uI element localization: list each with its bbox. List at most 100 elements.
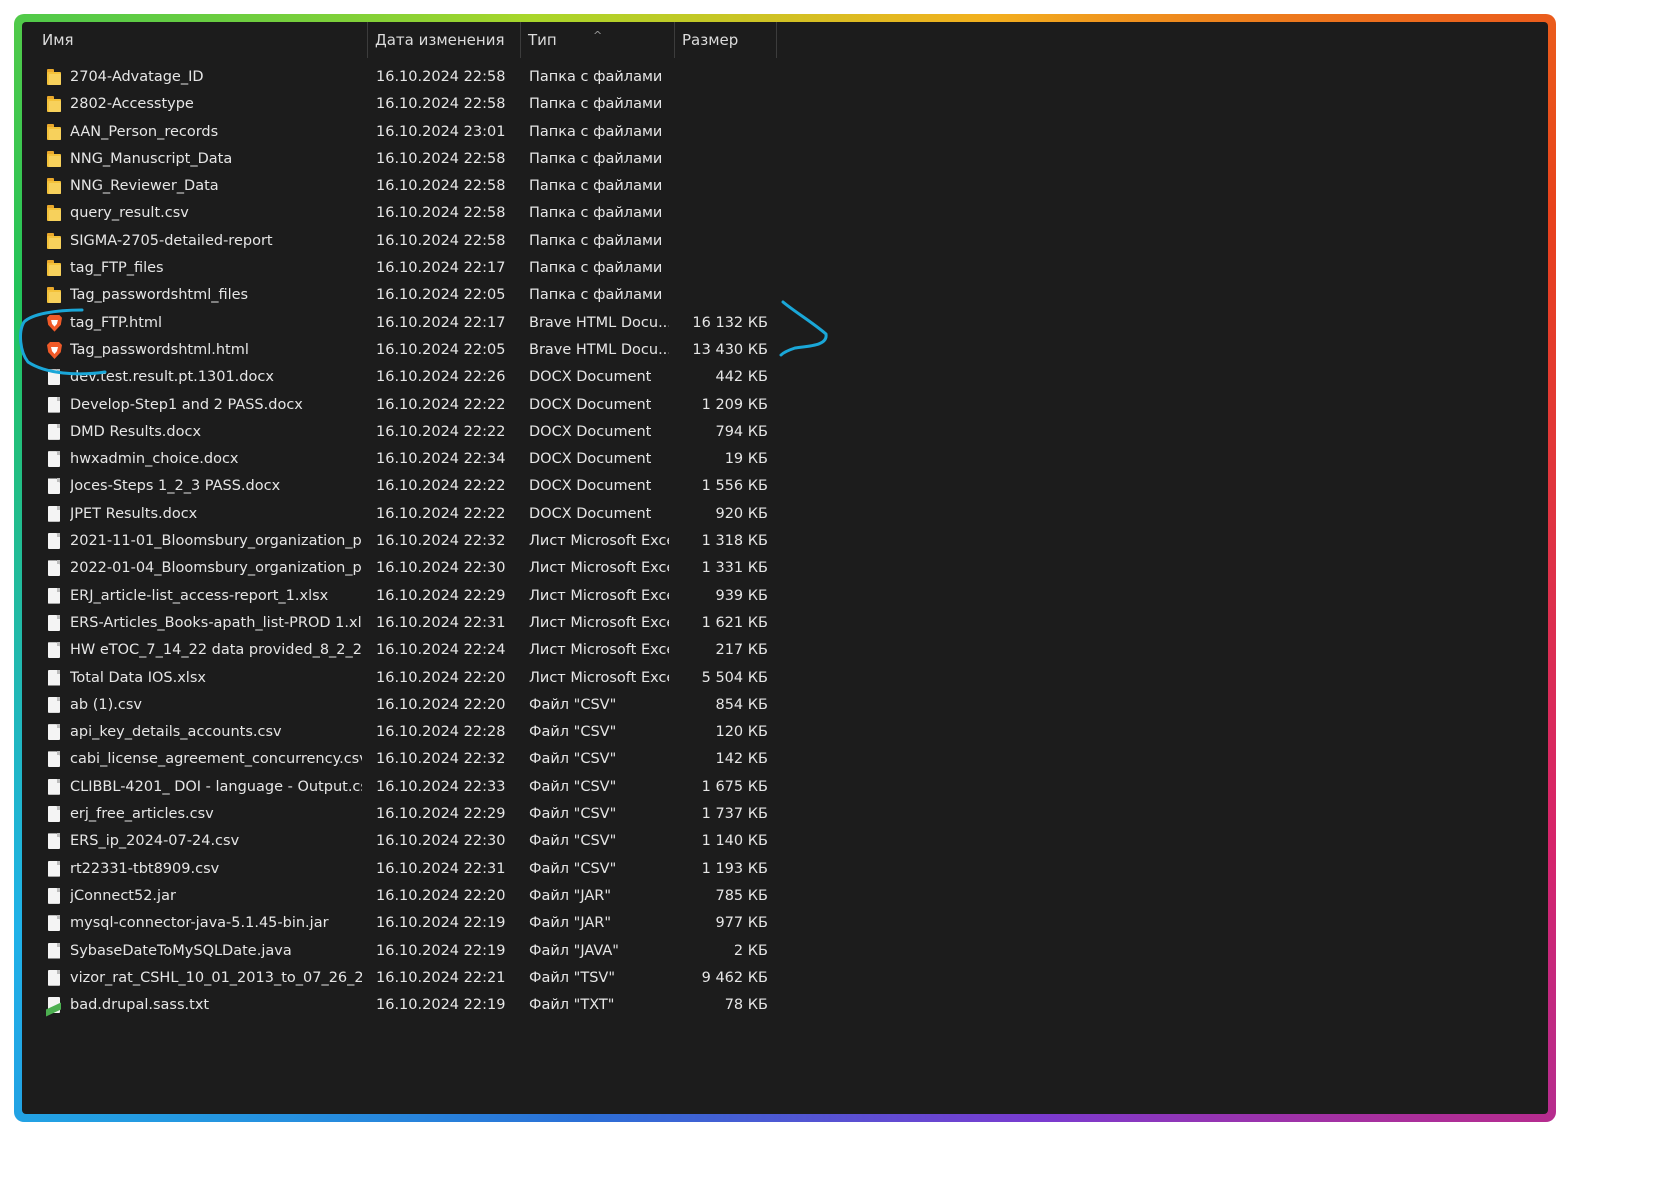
file-row[interactable]: dev.test.result.pt.1301.docx 16.10.2024 2… [22,364,782,391]
file-type: Папка с файлами [529,69,663,85]
file-row[interactable]: JPET Results.docx 16.10.2024 22:22 DOCX Do… [22,501,782,528]
file-size [678,119,768,146]
file-row[interactable]: rt22331-tbt8909.csv 16.10.2024 22:31 Файл … [22,856,782,883]
file-name[interactable]: NNG_Manuscript_Data [70,146,362,173]
file-name[interactable]: dev.test.result.pt.1301.docx [70,364,362,391]
file-row[interactable]: hwxadmin_choice.docx 16.10.2024 22:34 DOCX… [22,446,782,473]
file-row[interactable]: NNG_Reviewer_Data 16.10.2024 22:58 Папка с… [22,173,782,200]
file-date: 16.10.2024 22:21 [376,969,506,986]
file-name[interactable]: ERS-Articles_Books-apath_list-PROD 1.xls… [70,610,362,637]
file-row[interactable]: jConnect52.jar 16.10.2024 22:20 Файл "JAR"… [22,883,782,910]
file-name[interactable]: SybaseDateToMySQLDate.java [70,938,362,965]
file-row[interactable]: 2802-Accesstype 16.10.2024 22:58 Папка с ф… [22,91,782,118]
file-type: DOCX Document [529,396,652,413]
file-row[interactable]: AAN_Person_records 16.10.2024 23:01 Папка … [22,119,782,146]
file-name[interactable]: jConnect52.jar [70,883,362,910]
file-type: Файл "JAVA" [529,942,619,959]
file-type: Лист Microsoft Excel [529,533,669,550]
column-header-size[interactable]: Размер [675,22,777,58]
file-name[interactable]: tag_FTP_files [70,255,362,282]
file-name[interactable]: erj_free_articles.csv [70,801,362,828]
file-name[interactable]: ab (1).csv [70,692,362,719]
document-icon [46,942,62,960]
file-row[interactable]: 2022-01-04_Bloomsbury_organization_pr...… [22,555,782,582]
file-row[interactable]: Total Data IOS.xlsx 16.10.2024 22:20 Лист … [22,665,782,692]
file-size: 78 КБ [724,997,768,1014]
file-row[interactable]: ERJ_article-list_access-report_1.xlsx 16.… [22,583,782,610]
file-row[interactable]: Develop-Step1 and 2 PASS.docx 16.10.2024 … [22,392,782,419]
file-type: Папка с файлами [529,96,663,113]
column-header-name[interactable]: Имя [22,22,368,58]
file-row[interactable]: ERS-Articles_Books-apath_list-PROD 1.xls… [22,610,782,637]
file-row[interactable]: mysql-connector-java-5.1.45-bin.jar 16.10… [22,910,782,937]
file-row[interactable]: NNG_Manuscript_Data 16.10.2024 22:58 Папка… [22,146,782,173]
file-name[interactable]: query_result.csv [70,200,362,227]
folder-icon [46,150,62,168]
file-name[interactable]: mysql-connector-java-5.1.45-bin.jar [70,910,362,937]
file-row[interactable]: erj_free_articles.csv 16.10.2024 22:29 Фай… [22,801,782,828]
file-name[interactable]: Joces-Steps 1_2_3 PASS.docx [70,473,362,500]
file-name[interactable]: ERJ_article-list_access-report_1.xlsx [70,583,362,610]
file-name[interactable]: api_key_details_accounts.csv [70,719,362,746]
file-name[interactable]: JPET Results.docx [70,501,362,528]
column-header-type-label: Тип [528,31,557,49]
file-name[interactable]: bad.drupal.sass.txt [70,992,362,1019]
column-header-date[interactable]: Дата изменения [368,22,521,58]
file-name[interactable]: Tag_passwordshtml.html [70,337,362,364]
document-icon [46,451,62,468]
file-name[interactable]: SIGMA-2705-detailed-report [70,228,362,255]
file-date: 16.10.2024 22:28 [376,724,506,741]
file-name[interactable]: tag_FTP.html [70,310,362,337]
file-size: 1 737 КБ [701,806,768,823]
file-row[interactable]: vizor_rat_CSHL_10_01_2013_to_07_26_20...… [22,965,782,992]
file-name[interactable]: rt22331-tbt8909.csv [70,856,362,883]
file-row[interactable]: SybaseDateToMySQLDate.java 16.10.2024 22:… [22,938,782,965]
file-type: DOCX Document [529,505,652,522]
file-row[interactable]: tag_FTP.html 16.10.2024 22:17 Brave HTML D… [22,310,782,337]
file-name[interactable]: 2704-Advatage_ID [70,64,362,91]
file-name[interactable]: NNG_Reviewer_Data [70,173,362,200]
file-name[interactable]: hwxadmin_choice.docx [70,446,362,473]
file-row[interactable]: 2704-Advatage_ID 16.10.2024 22:58 Папка с … [22,64,782,91]
document-icon [46,478,62,495]
file-list: 2704-Advatage_ID 16.10.2024 22:58 Папка с … [22,64,782,1019]
file-row[interactable]: Tag_passwordshtml.html 16.10.2024 22:05 Br… [22,337,782,364]
document-icon [46,915,62,932]
file-name[interactable]: HW eTOC_7_14_22 data provided_8_2_22.... [70,637,362,664]
file-size: 1 209 КБ [701,396,768,413]
file-type: Файл "CSV" [529,833,617,850]
file-row[interactable]: Joces-Steps 1_2_3 PASS.docx 16.10.2024 22… [22,473,782,500]
file-name[interactable]: vizor_rat_CSHL_10_01_2013_to_07_26_20... [70,965,362,992]
file-type: Файл "CSV" [529,806,617,823]
file-name[interactable]: Tag_passwordshtml_files [70,282,362,309]
file-name[interactable]: CLIBBL-4201_ DOI - language - Output.csv [70,774,362,801]
file-row[interactable]: ab (1).csv 16.10.2024 22:20 Файл "CSV" 854 … [22,692,782,719]
file-name[interactable]: 2022-01-04_Bloomsbury_organization_pr... [70,555,362,582]
file-name[interactable]: cabi_license_agreement_concurrency.csv [70,746,362,773]
file-name[interactable]: Total Data IOS.xlsx [70,665,362,692]
file-name[interactable]: AAN_Person_records [70,119,362,146]
file-row[interactable]: CLIBBL-4201_ DOI - language - Output.csv… [22,774,782,801]
file-row[interactable]: api_key_details_accounts.csv 16.10.2024 2… [22,719,782,746]
file-row[interactable]: Tag_passwordshtml_files 16.10.2024 22:05 П… [22,282,782,309]
file-row[interactable]: DMD Results.docx 16.10.2024 22:22 DOCX Doc… [22,419,782,446]
file-date: 16.10.2024 22:31 [376,860,506,877]
file-row[interactable]: bad.drupal.sass.txt 16.10.2024 22:19 Файл … [22,992,782,1019]
file-date: 16.10.2024 22:20 [376,669,506,686]
file-row[interactable]: 2021-11-01_Bloomsbury_organization_pr...… [22,528,782,555]
file-name[interactable]: 2802-Accesstype [70,91,362,118]
file-size [678,64,768,91]
file-row[interactable]: HW eTOC_7_14_22 data provided_8_2_22....… [22,637,782,664]
file-type: Папка с файлами [529,260,663,277]
file-name[interactable]: 2021-11-01_Bloomsbury_organization_pr... [70,528,362,555]
file-row[interactable]: SIGMA-2705-detailed-report 16.10.2024 22:… [22,228,782,255]
file-size: 19 КБ [724,451,768,468]
file-row[interactable]: ERS_ip_2024-07-24.csv 16.10.2024 22:30 Фай… [22,828,782,855]
file-name[interactable]: DMD Results.docx [70,419,362,446]
file-name[interactable]: ERS_ip_2024-07-24.csv [70,828,362,855]
file-row[interactable]: tag_FTP_files 16.10.2024 22:17 Папка с фай… [22,255,782,282]
file-row[interactable]: query_result.csv 16.10.2024 22:58 Папка с … [22,200,782,227]
file-row[interactable]: cabi_license_agreement_concurrency.csv 16… [22,746,782,773]
file-name[interactable]: Develop-Step1 and 2 PASS.docx [70,392,362,419]
column-header-type[interactable]: Тип ^ [521,22,675,58]
